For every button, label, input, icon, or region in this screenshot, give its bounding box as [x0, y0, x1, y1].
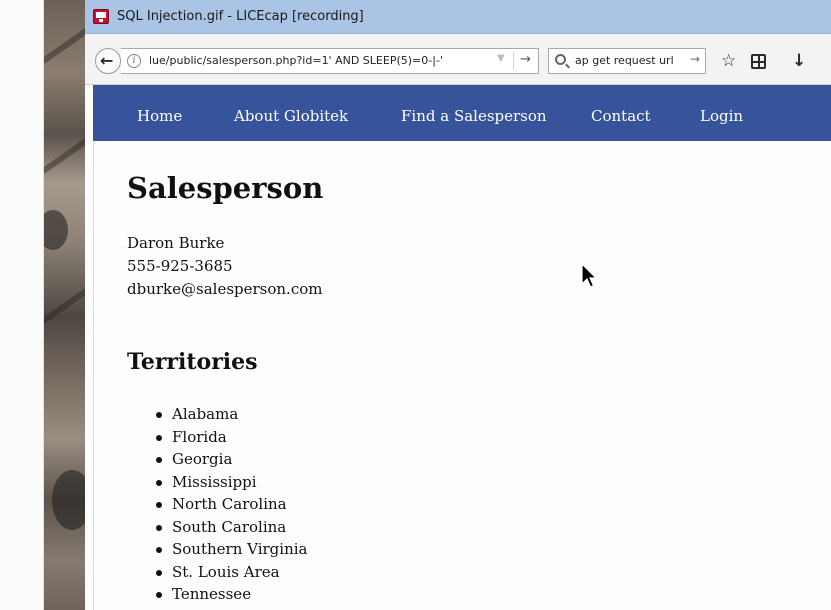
url-text[interactable]: lue/public/salesperson.php?id=1' AND SLE… — [149, 54, 443, 67]
dropdown-arrow-icon[interactable]: ▼ — [497, 53, 505, 64]
list-item: North Carolina — [154, 493, 307, 516]
go-arrow-icon[interactable]: → — [520, 52, 531, 67]
search-icon — [555, 54, 566, 65]
browser-window: SQL Injection.gif - LICEcap [recording] … — [85, 0, 831, 610]
list-item: Tennessee — [154, 583, 307, 606]
back-arrow-icon: ← — [100, 51, 114, 70]
search-query[interactable]: ap get request url — [575, 54, 674, 67]
left-margin — [0, 0, 44, 610]
nav-contact[interactable]: Contact — [591, 107, 651, 125]
search-bar[interactable]: ap get request url → — [548, 48, 706, 74]
address-bar[interactable]: i lue/public/salesperson.php?id=1' AND S… — [121, 48, 539, 74]
territories-heading: Territories — [127, 349, 258, 375]
background-photo — [44, 0, 85, 610]
download-icon[interactable]: ↓ — [792, 52, 806, 70]
back-button[interactable]: ← — [95, 48, 121, 74]
reader-view-icon[interactable] — [751, 54, 766, 69]
window-title: SQL Injection.gif - LICEcap [recording] — [117, 9, 364, 24]
salesperson-email: dburke@salesperson.com — [127, 280, 323, 298]
salesperson-name: Daron Burke — [127, 234, 225, 252]
page-title: Salesperson — [127, 171, 324, 205]
address-bar-divider — [513, 52, 514, 70]
list-item: Florida — [154, 426, 307, 449]
info-icon[interactable]: i — [127, 54, 141, 68]
list-item: Southern Virginia — [154, 538, 307, 561]
list-item: Georgia — [154, 448, 307, 471]
list-item: Mississippi — [154, 471, 307, 494]
list-item: St. Louis Area — [154, 561, 307, 584]
nav-login[interactable]: Login — [700, 107, 743, 125]
list-item: South Carolina — [154, 516, 307, 539]
browser-toolbar: ← i lue/public/salesperson.php?id=1' AND… — [85, 34, 831, 85]
mouse-cursor-icon — [581, 263, 597, 288]
star-icon[interactable]: ☆ — [721, 52, 736, 70]
salesperson-phone: 555-925-3685 — [127, 257, 233, 275]
nav-home[interactable]: Home — [137, 107, 182, 125]
nav-find-salesperson[interactable]: Find a Salesperson — [401, 107, 547, 125]
list-item: Alabama — [154, 403, 307, 426]
title-bar[interactable]: SQL Injection.gif - LICEcap [recording] — [85, 0, 831, 34]
site-navbar: Home About Globitek Find a Salesperson C… — [93, 85, 831, 141]
licecap-app-icon — [93, 9, 109, 24]
territory-list: Alabama Florida Georgia Mississippi Nort… — [154, 403, 307, 606]
nav-about-globitek[interactable]: About Globitek — [234, 107, 348, 125]
page-content: Salesperson Daron Burke 555-925-3685 dbu… — [93, 141, 831, 610]
search-go-arrow-icon[interactable]: → — [690, 52, 700, 66]
